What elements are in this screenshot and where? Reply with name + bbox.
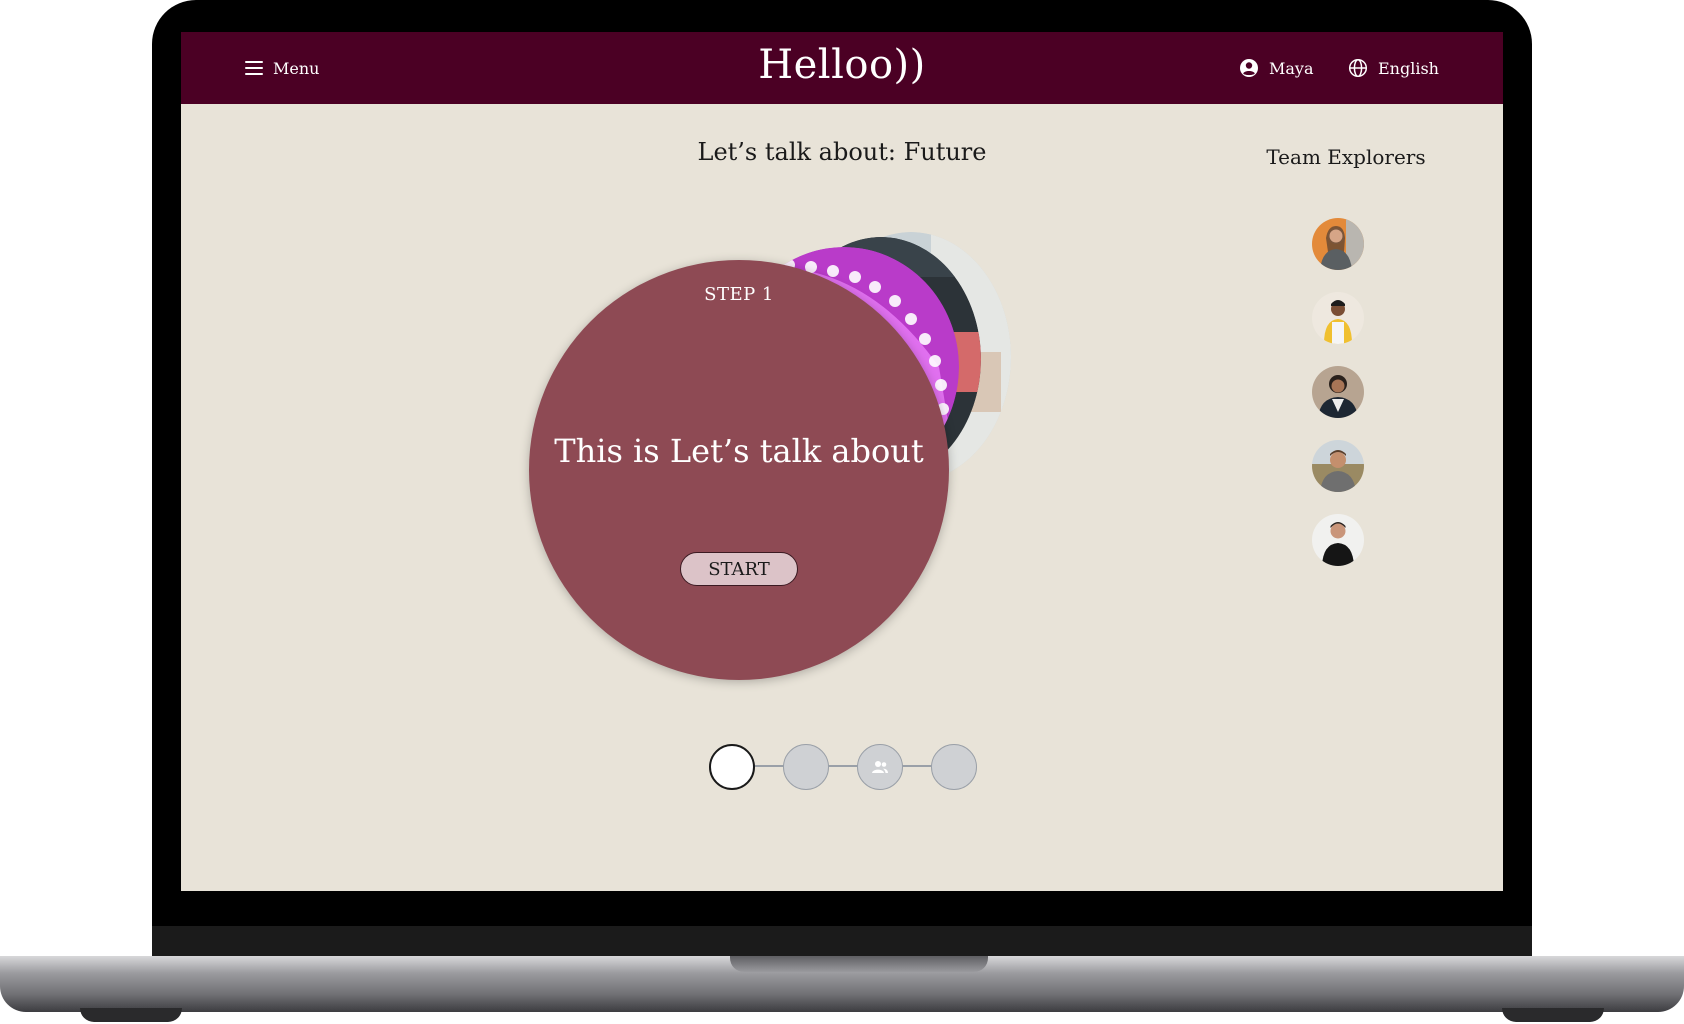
laptop-foot [1502, 1008, 1604, 1022]
app-screen: Menu Helloo)) Maya English Let’s talk ab… [181, 32, 1503, 891]
step-1-indicator[interactable] [709, 744, 755, 790]
user-name: Maya [1269, 58, 1314, 78]
step-2-indicator[interactable] [783, 744, 829, 790]
language-label: English [1378, 58, 1439, 78]
card-title: This is Let’s talk about [554, 432, 924, 470]
team-title: Team Explorers [1266, 145, 1426, 169]
step-3-indicator[interactable] [857, 744, 903, 790]
team-member-avatar[interactable] [1312, 514, 1364, 566]
team-member-avatar[interactable] [1312, 440, 1364, 492]
user-icon [1240, 59, 1258, 77]
conversation-card: STEP 1 This is Let’s talk about START [529, 260, 949, 680]
start-button[interactable]: START [680, 552, 798, 586]
top-bar: Menu Helloo)) Maya English [181, 32, 1503, 104]
laptop-notch [730, 956, 988, 972]
step-4-indicator[interactable] [931, 744, 977, 790]
language-selector[interactable]: English [1348, 54, 1439, 82]
team-member-avatar[interactable] [1312, 292, 1364, 344]
group-icon [872, 761, 888, 773]
team-member-avatar[interactable] [1312, 366, 1364, 418]
laptop-foot [80, 1008, 182, 1022]
globe-icon [1348, 58, 1368, 78]
team-member-avatar[interactable] [1312, 218, 1364, 270]
user-profile-button[interactable]: Maya [1239, 54, 1314, 82]
stepper-track [731, 765, 945, 767]
step-label: STEP 1 [704, 284, 774, 305]
laptop-bezel-bottom [152, 926, 1532, 958]
